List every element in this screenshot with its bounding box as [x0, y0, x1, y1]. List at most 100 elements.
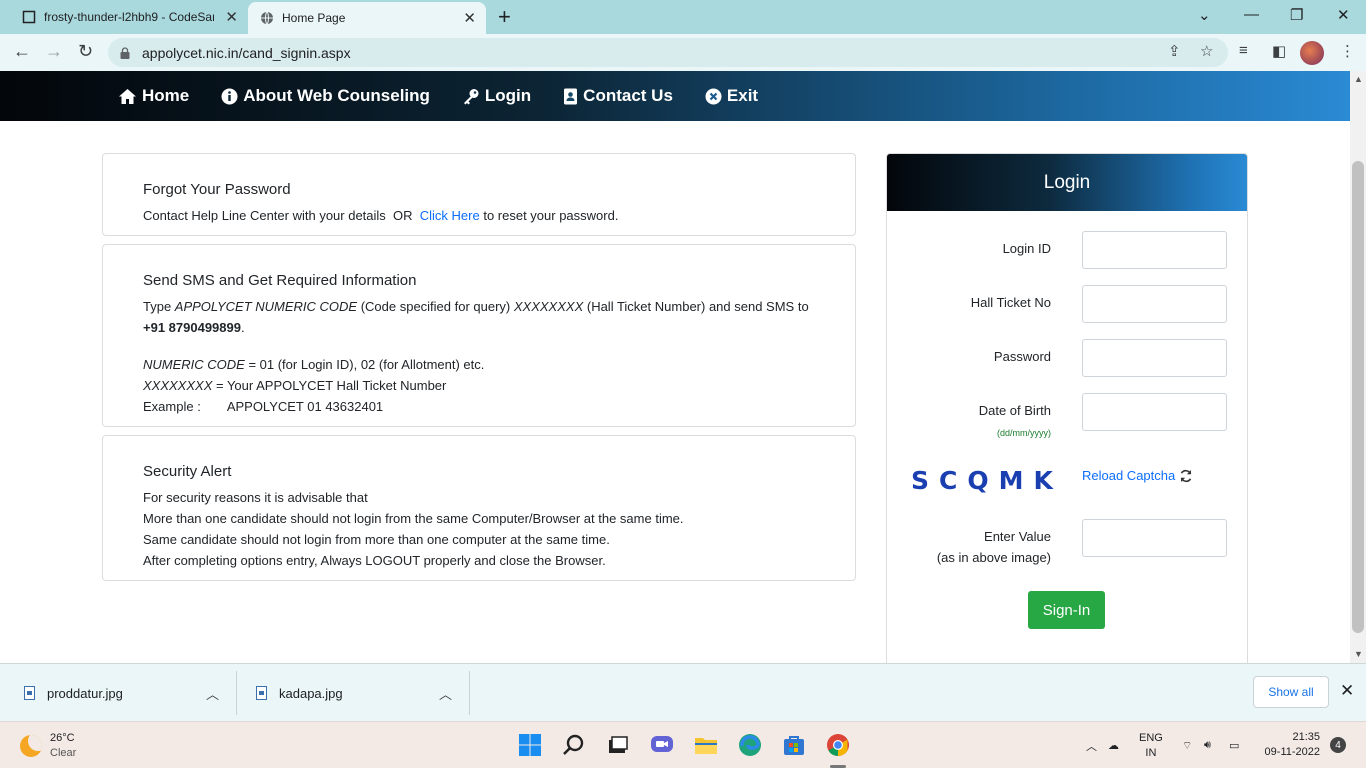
task-view-icon[interactable] — [605, 732, 631, 758]
close-download-bar-icon[interactable]: ✕ — [1340, 681, 1354, 701]
hall-ticket-input[interactable] — [1082, 285, 1227, 323]
nav-contact-label: Contact Us — [583, 86, 673, 105]
security-line: After completing options entry, Always L… — [143, 553, 606, 568]
sms-heading: Send SMS and Get Required Information — [143, 272, 417, 289]
onedrive-cloud-icon[interactable]: ☁ — [1108, 722, 1119, 768]
dob-label: Date of Birth — [978, 403, 1051, 418]
menu-kebab-icon[interactable]: ⋮ — [1340, 42, 1355, 60]
reset-password-link[interactable]: Click Here — [420, 208, 480, 223]
notification-count-badge[interactable]: 4 — [1330, 737, 1346, 753]
scrollbar-thumb[interactable] — [1352, 161, 1364, 633]
edge-browser-icon[interactable] — [737, 732, 763, 758]
security-alert-card: Security Alert For security reasons it i… — [102, 435, 856, 581]
login-id-input[interactable] — [1082, 231, 1227, 269]
security-heading: Security Alert — [143, 463, 232, 480]
password-input[interactable] — [1082, 339, 1227, 377]
speaker-volume-icon[interactable]: 🔊︎ — [1204, 722, 1211, 768]
close-circle-icon — [705, 88, 722, 104]
close-tab-icon[interactable]: ✕ — [463, 9, 476, 27]
numeric-code-text: = 01 (for Login ID), 02 (for Allotment) … — [244, 357, 485, 372]
scroll-up-arrow-icon[interactable]: ▲ — [1354, 74, 1363, 84]
nav-home[interactable]: Home — [118, 86, 189, 106]
forgot-password-text: Contact Help Line Center with your detai… — [143, 205, 815, 226]
numeric-code-label: NUMERIC CODE — [143, 357, 245, 372]
security-line: More than one candidate should not login… — [143, 511, 684, 526]
scroll-down-arrow-icon[interactable]: ▼ — [1354, 649, 1363, 659]
captcha-value-input[interactable] — [1082, 519, 1227, 557]
chevron-up-icon[interactable]: ︿ — [439, 684, 452, 703]
tab-search-chevron-icon[interactable]: ⌄ — [1198, 6, 1211, 24]
nav-exit-label: Exit — [726, 86, 759, 105]
url-text: appolycet.nic.in/cand_signin.aspx — [142, 44, 351, 61]
nav-exit[interactable]: Exit — [705, 86, 758, 106]
reload-icon[interactable]: ↻ — [78, 41, 93, 61]
windows-start-icon[interactable] — [517, 732, 543, 758]
share-icon[interactable]: ⇪ — [1168, 42, 1181, 60]
region-code: IN — [1145, 746, 1157, 759]
nav-contact[interactable]: Contact Us — [563, 86, 673, 106]
web-page: Home About Web Counseling Login Contact … — [0, 71, 1350, 663]
window-close-icon[interactable]: ✕ — [1337, 6, 1350, 24]
home-icon — [119, 88, 136, 104]
show-hidden-icons-chevron[interactable]: ︿ — [1086, 722, 1097, 768]
hall-ticket-x-text: = Your APPOLYCET Hall Ticket Number — [212, 378, 447, 393]
sms-code-text: APPOLYCET NUMERIC CODE — [174, 299, 358, 314]
browser-tab-bar: frosty-thunder-l2hbh9 - CodeSan ✕ Home P… — [0, 0, 1366, 34]
system-clock[interactable]: 21:35 09-11-2022 — [1265, 730, 1320, 760]
download-divider — [469, 671, 470, 715]
tab-codesandbox[interactable]: frosty-thunder-l2hbh9 - CodeSan ✕ — [8, 0, 248, 34]
sms-x-text: XXXXXXXX — [513, 299, 584, 314]
reload-captcha-link[interactable]: Reload Captcha — [1082, 468, 1193, 483]
chat-icon[interactable] — [649, 732, 675, 758]
search-icon[interactable] — [561, 732, 587, 758]
sms-mid-text: (Code specified for query) — [357, 299, 514, 314]
download-filename: kadapa.jpg — [279, 685, 343, 701]
download-filename: proddatur.jpg — [47, 685, 123, 701]
battery-icon[interactable]: ▭ — [1229, 722, 1239, 768]
file-explorer-icon[interactable] — [693, 732, 719, 758]
nav-login-label: Login — [484, 86, 532, 105]
forgot-password-card: Forgot Your Password Contact Help Line C… — [102, 153, 856, 236]
sign-in-button[interactable]: Sign-In — [1028, 591, 1105, 629]
weather-temperature: 26°C — [50, 732, 75, 744]
weather-widget[interactable]: 26°C Clear — [20, 731, 76, 761]
image-file-icon — [256, 686, 267, 700]
bookmark-star-icon[interactable]: ☆ — [1200, 42, 1213, 60]
sms-period: . — [240, 320, 245, 335]
nav-about[interactable]: About Web Counseling — [221, 86, 430, 106]
reload-captcha-label: Reload Captcha — [1082, 468, 1176, 483]
minimize-icon[interactable]: — — [1244, 6, 1259, 23]
captcha-image: SCQMK — [911, 466, 1063, 495]
profile-avatar[interactable] — [1300, 41, 1324, 65]
address-bar[interactable]: appolycet.nic.in/cand_signin.aspx — [108, 38, 1228, 67]
nav-home-label: Home — [142, 86, 190, 105]
microsoft-store-icon[interactable] — [781, 732, 807, 758]
new-tab-plus-icon[interactable]: + — [498, 6, 511, 28]
dob-input[interactable] — [1082, 393, 1227, 431]
close-tab-icon[interactable]: ✕ — [225, 8, 238, 26]
wifi-icon[interactable]: ⌔ — [1182, 722, 1192, 768]
hall-ticket-x-label: XXXXXXXX — [143, 378, 213, 393]
show-all-downloads-button[interactable]: Show all — [1253, 676, 1329, 708]
download-item[interactable]: proddatur.jpg — [24, 664, 123, 722]
restore-icon[interactable]: ❐ — [1290, 6, 1303, 24]
back-arrow-icon[interactable]: ← — [13, 41, 31, 61]
download-item[interactable]: kadapa.jpg — [256, 664, 343, 722]
site-navigation: Home About Web Counseling Login Contact … — [0, 71, 1350, 121]
nav-login[interactable]: Login — [462, 86, 531, 106]
example-value: APPOLYCET 01 43632401 — [226, 399, 384, 414]
language-indicator[interactable]: ENG IN — [1139, 722, 1163, 768]
media-queue-icon[interactable]: ≡ — [1239, 42, 1248, 59]
chrome-browser-icon[interactable] — [825, 732, 851, 758]
side-panel-icon[interactable]: ◧ — [1272, 42, 1286, 60]
codesandbox-icon — [22, 10, 36, 24]
forward-arrow-icon[interactable]: → — [45, 41, 63, 61]
download-divider — [236, 671, 237, 715]
tab-home-page[interactable]: Home Page ✕ — [248, 2, 486, 34]
page-scrollbar[interactable]: ▲ ▼ — [1350, 71, 1366, 663]
login-panel-title: Login — [887, 154, 1247, 211]
chevron-up-icon[interactable]: ︿ — [206, 684, 219, 703]
globe-icon — [261, 11, 273, 25]
info-circle-icon — [221, 88, 238, 104]
enter-value-hint: (as in above image) — [936, 550, 1051, 565]
